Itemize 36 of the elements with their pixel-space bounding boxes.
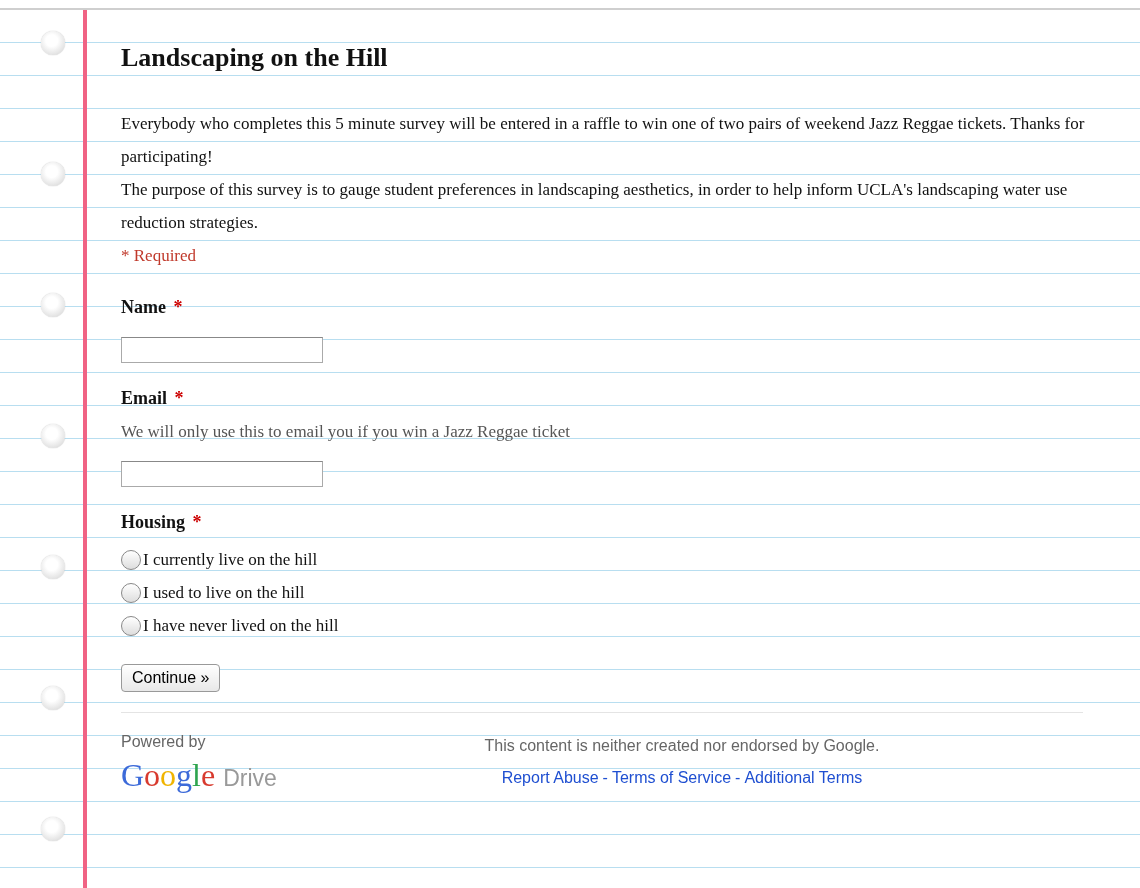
form-title: Landscaping on the Hill: [121, 42, 389, 74]
option-label: I used to live on the hill: [143, 582, 305, 604]
disclaimer-text: This content is neither created nor endorsed by Google.: [483, 736, 881, 756]
punch-hole: [40, 31, 65, 55]
radio-button[interactable]: [121, 582, 141, 603]
help-text: We will only use this to email you if you win a Jazz Reggae ticket: [121, 421, 572, 443]
question-label: Email: [121, 388, 167, 408]
punch-hole: [40, 686, 65, 710]
punch-hole: [40, 817, 65, 841]
text-field[interactable]: [121, 461, 323, 487]
punch-hole: [40, 293, 65, 317]
punch-hole: [40, 555, 65, 579]
description-text: Everybody who completes this 5 minute survey will be entered in a raffle to win one of two pairs of weekend Jazz Reggae tickets. Thanks for participating!: [121, 113, 1086, 168]
required-mark: *: [192, 512, 202, 532]
required-note: * Required: [121, 245, 198, 267]
option-label: I currently live on the hill: [143, 549, 318, 571]
continue-button[interactable]: Continue »: [121, 664, 221, 692]
product-name: Drive: [223, 767, 277, 789]
option-label: I have never lived on the hill: [143, 615, 339, 637]
footer-link[interactable]: Report Abuse: [501, 767, 599, 789]
google-logo: Google: [121, 759, 216, 791]
required-mark: *: [173, 297, 183, 317]
link-separator: -: [735, 768, 741, 788]
text-field[interactable]: [121, 337, 323, 363]
link-separator: -: [602, 768, 608, 788]
question-label: Name: [121, 297, 166, 317]
question-label: Housing: [121, 512, 186, 532]
radio-button[interactable]: [121, 615, 141, 636]
punch-hole: [40, 424, 65, 448]
radio-button[interactable]: [121, 549, 141, 570]
footer-link[interactable]: Additional Terms: [744, 767, 863, 789]
punch-hole: [40, 162, 65, 186]
description-text: The purpose of this survey is to gauge student preferences in landscaping aesthetics, in order to help inform UCLA's landscaping water use reduction strategies.: [121, 179, 1069, 234]
powered-by-text: Powered by: [121, 732, 207, 752]
required-mark: *: [174, 388, 184, 408]
footer-link[interactable]: Terms of Service: [611, 767, 732, 789]
